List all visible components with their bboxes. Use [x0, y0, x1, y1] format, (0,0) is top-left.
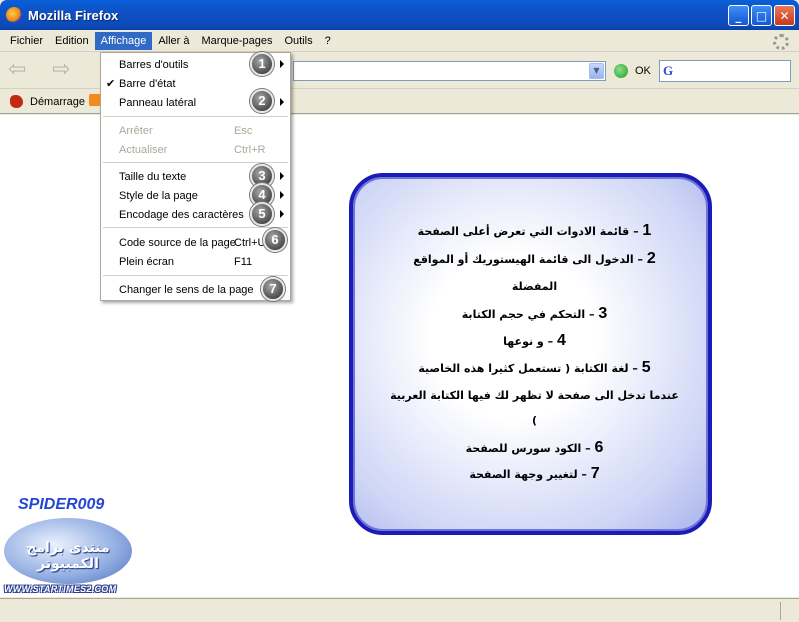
menu-bar: Fichier Edition Affichage Aller à Marque…: [0, 30, 799, 52]
menu-marque-pages[interactable]: Marque-pages: [196, 32, 279, 50]
submenu-arrow-icon: [280, 172, 284, 180]
menu-fichier[interactable]: Fichier: [4, 32, 49, 50]
watermark-title: SPIDER009: [18, 496, 105, 513]
maximize-button[interactable]: □: [751, 5, 772, 26]
checkmark-icon: ✔: [106, 78, 116, 90]
forward-arrow-icon[interactable]: ⇨: [52, 59, 76, 83]
menu-item-actualiser: Actualiser Ctrl+R: [119, 144, 266, 156]
menu-separator: [103, 116, 288, 117]
menu-item-code-source[interactable]: Code source de la page Ctrl+U: [101, 234, 290, 252]
google-icon[interactable]: G: [663, 63, 673, 79]
panel-line-4: 3 – التحكم في حجم الكتابة: [461, 305, 608, 322]
panel-line-9: 6 – الكود سورس للصفحة: [465, 439, 604, 456]
title-bar: Mozilla Firefox _ □ ✕: [0, 0, 799, 30]
status-divider: [780, 602, 781, 620]
submenu-arrow-icon: [280, 191, 284, 199]
menu-affichage[interactable]: Affichage: [94, 31, 153, 50]
panel-line-8: ): [531, 414, 538, 427]
bookmark-icon: [10, 95, 23, 108]
search-input[interactable]: G: [659, 60, 791, 82]
number-badge: 6: [263, 228, 287, 252]
firefox-icon: [6, 7, 22, 23]
menu-help[interactable]: ?: [319, 32, 337, 50]
menu-outils[interactable]: Outils: [278, 32, 318, 50]
watermark-arabic: منتدى برامج الكمبيوتر: [26, 540, 110, 572]
menu-aller-a[interactable]: Aller à: [152, 32, 195, 50]
throbber-icon: [773, 34, 789, 50]
panel-line-7: عندما تدخل الى صفحة لا تظهر لك فيها الكت…: [390, 389, 679, 402]
panel-line-3: المفضلة: [511, 280, 558, 293]
menu-separator: [103, 162, 288, 163]
info-panel: 1 – قائمة الادوات التي تعرض أعلى الصفحة …: [349, 173, 712, 535]
number-badge: 2: [250, 89, 274, 113]
number-badge: 1: [250, 52, 274, 76]
back-arrow-icon[interactable]: ⇦: [8, 59, 32, 83]
bookmark-demarrage[interactable]: Démarrage: [30, 96, 85, 108]
submenu-arrow-icon: [280, 210, 284, 218]
panel-line-10: 7 – لتغيير وجهة الصفحة: [469, 465, 600, 482]
number-badge: 5: [250, 202, 274, 226]
watermark-url: WWW.STARTIMES2.COM: [4, 584, 117, 594]
panel-line-2: 2 – الدخول الى قائمة الهيستوريك أو الموا…: [413, 250, 656, 267]
minimize-button[interactable]: _: [728, 5, 749, 26]
close-button[interactable]: ✕: [774, 5, 795, 26]
submenu-arrow-icon: [280, 60, 284, 68]
panel-line-1: 1 – قائمة الادوات التي تعرض أعلى الصفحة: [417, 222, 652, 239]
menu-item-arreter: Arrêter Esc: [119, 125, 253, 137]
submenu-arrow-icon: [280, 98, 284, 106]
chevron-down-icon[interactable]: ▼: [589, 63, 604, 79]
go-icon[interactable]: [614, 64, 628, 78]
menu-item-plein-ecran[interactable]: Plein écran F11: [101, 253, 290, 271]
panel-line-6: 5 – لغة الكتابة ( تستعمل كثيرا هذه الخاص…: [418, 359, 651, 376]
go-button[interactable]: OK: [635, 65, 651, 77]
menu-separator: [103, 227, 288, 228]
menu-separator: [103, 275, 288, 276]
menu-edition[interactable]: Edition: [49, 32, 95, 50]
window-title: Mozilla Firefox: [28, 7, 119, 23]
panel-line-5: 4 – و نوعها: [503, 332, 566, 349]
status-bar: [0, 598, 799, 622]
number-badge: 7: [261, 277, 285, 301]
url-input[interactable]: ▼: [293, 61, 606, 81]
